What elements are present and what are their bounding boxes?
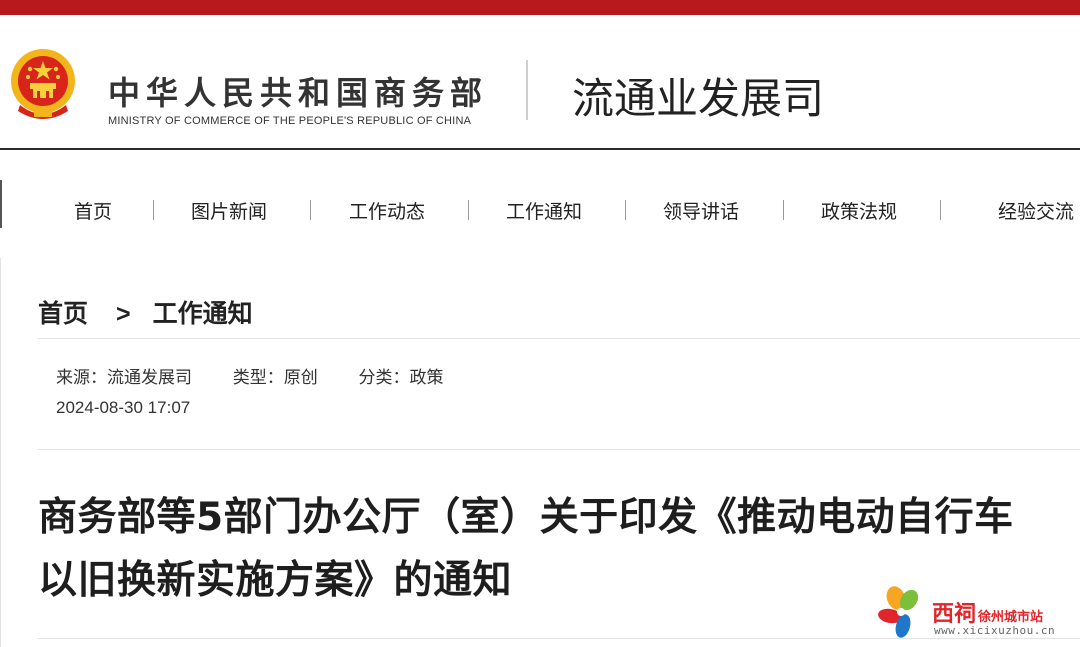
nav-item-policies[interactable]: 政策法规: [821, 197, 897, 224]
nav-separator: [625, 200, 626, 220]
nav-item-experience[interactable]: 经验交流: [998, 197, 1074, 224]
ministry-name-en: MINISTRY OF COMMERCE OF THE PEOPLE'S REP…: [108, 115, 472, 127]
nav-item-work-updates[interactable]: 工作动态: [349, 197, 425, 224]
nav-item-work-notices[interactable]: 工作通知: [506, 197, 582, 224]
article-date: 2024-08-30 17:07: [56, 398, 191, 417]
top-accent-bar: [0, 0, 1080, 15]
nav-separator: [783, 200, 784, 220]
nav-item-leader-speeches[interactable]: 领导讲话: [663, 197, 739, 224]
nav-separator: [468, 200, 469, 220]
main-nav: 首页 图片新闻 工作动态 工作通知 领导讲话 政策法规 经验交流: [0, 150, 1080, 259]
divider: [38, 449, 1080, 450]
site-header: 中华人民共和国商务部 MINISTRY OF COMMERCE OF THE P…: [0, 15, 1080, 150]
article-meta: 来源：流通发展司 类型：原创 分类：政策: [56, 363, 479, 388]
nav-left-edge: [0, 180, 2, 228]
pinwheel-logo-icon: [876, 584, 934, 642]
department-title[interactable]: 流通业发展司: [572, 65, 824, 126]
article-type: 类型：原创: [232, 368, 318, 387]
breadcrumb: 首页 > 工作通知: [38, 294, 253, 330]
national-emblem-icon[interactable]: [8, 45, 78, 123]
watermark-subname: 徐州城市站: [978, 609, 1044, 624]
divider: [38, 338, 1080, 339]
nav-separator: [940, 200, 941, 220]
nav-item-home[interactable]: 首页: [74, 197, 112, 224]
watermark: 西祠 徐州城市站 www.xicixuzhou.cn: [876, 584, 1076, 644]
nav-separator: [153, 200, 154, 220]
content-border: [0, 258, 1, 647]
breadcrumb-current[interactable]: 工作通知: [153, 300, 253, 328]
watermark-url: www.xicixuzhou.cn: [934, 624, 1056, 637]
article-category: 分类：政策: [358, 368, 444, 387]
breadcrumb-separator: >: [116, 300, 131, 328]
article-source: 来源：流通发展司: [56, 368, 192, 387]
breadcrumb-home[interactable]: 首页: [38, 300, 88, 328]
ministry-name-cn: 中华人民共和国商务部: [108, 74, 489, 112]
nav-item-photo-news[interactable]: 图片新闻: [191, 197, 267, 224]
nav-separator: [310, 200, 311, 220]
watermark-brand: 西祠: [932, 601, 977, 626]
header-divider: [526, 60, 528, 120]
